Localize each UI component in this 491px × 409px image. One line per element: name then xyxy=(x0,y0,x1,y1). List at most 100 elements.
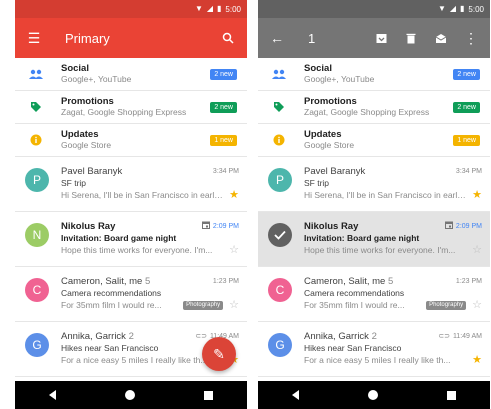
time-text: 3:34 PM xyxy=(455,167,482,175)
avatar[interactable]: P xyxy=(25,168,49,192)
email-subject: Invitation: Board game night xyxy=(304,232,420,243)
star-icon[interactable]: ☆ xyxy=(229,244,239,258)
email-header-line: Cameron, Salit, me 5 1:23 PM xyxy=(61,276,239,288)
email-sender: Annika, Garrick 2 xyxy=(61,331,134,343)
avatar[interactable]: C xyxy=(268,278,292,302)
email-snippet: Hope this time works for everyone. I'm..… xyxy=(304,245,456,256)
search-icon[interactable] xyxy=(219,29,237,47)
email-header-line: Pavel Baranyk 3:34 PM xyxy=(61,166,239,178)
email-subject: Invitation: Board game night xyxy=(61,232,177,243)
nav-recents-icon[interactable] xyxy=(203,390,213,400)
category-row-promotions[interactable]: Promotions Zagat, Google Shopping Express… xyxy=(15,91,247,124)
sender-names: Nikolus Ray xyxy=(304,221,359,232)
sender-names: Pavel Baranyk xyxy=(61,166,123,177)
star-icon[interactable]: ☆ xyxy=(229,299,239,313)
new-count-badge: 2 new xyxy=(453,68,480,80)
time-text: 1:23 PM xyxy=(455,277,482,285)
nav-back-icon[interactable] xyxy=(49,390,57,400)
email-row[interactable]: C Cameron, Salit, me 5 1:23 PM Camera recom… xyxy=(258,267,490,322)
email-body: Nikolus Ray 2:09 PM Invitation: Board game… xyxy=(304,221,482,257)
star-icon[interactable]: ☆ xyxy=(472,244,482,258)
star-icon[interactable]: ★ xyxy=(472,189,482,203)
compose-button[interactable]: ✎ xyxy=(202,337,236,371)
category-texts: Promotions Zagat, Google Shopping Express xyxy=(61,95,210,118)
category-name: Updates xyxy=(304,128,342,140)
signal-icon: ◢ xyxy=(449,4,457,13)
people-icon xyxy=(272,67,286,81)
status-bar: ▼ ◢ ▮ 5:00 xyxy=(15,0,247,18)
email-row[interactable]: N Nikolus Ray 2:09 PM Invitation: Board gam… xyxy=(15,212,247,267)
email-row[interactable]: P Pavel Baranyk 3:34 PM SF trip Hi Serena, I… xyxy=(15,157,247,212)
email-snippet: Hi Serena, I'll be in San Francisco in e… xyxy=(61,190,227,201)
category-row-updates[interactable]: Updates Google Store 1 new xyxy=(258,124,490,157)
nav-home-icon[interactable] xyxy=(367,390,378,400)
email-row[interactable]: G Annika, Garrick 2 ⊂⊃ 11:49 AM Hikes near S… xyxy=(258,322,490,377)
email-snippet-line: Hi Serena, I'll be in San Francisco in e… xyxy=(304,189,482,203)
phone-selection-mode: ▼ ◢ ▮ 5:00 ← 1 ⋮ Social Google+, YouTube 2 xyxy=(258,0,490,409)
email-header-line: Pavel Baranyk 3:34 PM xyxy=(304,166,482,178)
email-sender: Annika, Garrick 2 xyxy=(304,331,377,343)
selected-check-avatar[interactable] xyxy=(268,223,292,247)
email-time: 3:34 PM xyxy=(213,168,239,177)
email-row[interactable]: C Cameron, Salit, me 5 1:23 PM Camera recom… xyxy=(15,267,247,322)
time-text: 1:23 PM xyxy=(212,277,239,285)
new-count-badge: 2 new xyxy=(210,68,237,80)
category-name: Social xyxy=(61,62,89,74)
email-sender: Pavel Baranyk xyxy=(304,166,365,178)
nav-recents-icon[interactable] xyxy=(446,390,456,400)
email-subject: Camera recommendations xyxy=(61,287,162,298)
status-time: 5:00 xyxy=(225,4,241,14)
sender-names: Annika, Garrick xyxy=(304,331,369,342)
email-sender: Pavel Baranyk xyxy=(61,166,122,178)
avatar[interactable]: G xyxy=(25,333,49,357)
hamburger-menu-icon[interactable]: ☰ xyxy=(25,29,43,47)
email-row[interactable]: P Pavel Baranyk 3:34 PM SF trip Hi Serena, I… xyxy=(258,157,490,212)
category-name: Social xyxy=(304,62,332,74)
phone-primary-inbox: ▼ ◢ ▮ 5:00 ☰ Primary Social Google+, YouT… xyxy=(15,0,247,409)
sender-names: Pavel Baranyk xyxy=(304,166,366,177)
email-subject: SF trip xyxy=(61,177,87,188)
pencil-icon: ✎ xyxy=(213,345,225,362)
category-row-social[interactable]: Social Google+, YouTube 2 new xyxy=(258,58,490,91)
battery-icon: ▮ xyxy=(460,4,465,13)
selection-count: 1 xyxy=(308,30,316,46)
category-row-updates[interactable]: Updates Google Store 1 new xyxy=(15,124,247,157)
sender-names: Annika, Garrick xyxy=(61,331,126,342)
new-count-badge: 2 new xyxy=(210,101,237,113)
sender-names: Nikolus Ray xyxy=(61,221,116,232)
email-row[interactable]: Nikolus Ray 2:09 PM Invitation: Board game… xyxy=(258,212,490,267)
email-body: Nikolus Ray 2:09 PM Invitation: Board game… xyxy=(61,221,239,257)
more-vert-icon[interactable]: ⋮ xyxy=(462,29,480,47)
avatar[interactable]: P xyxy=(268,168,292,192)
nav-back-icon[interactable] xyxy=(292,390,300,400)
label-chip: Photography xyxy=(426,300,467,311)
email-snippet-line: Hope this time works for everyone. I'm..… xyxy=(61,244,239,258)
wifi-icon: ▼ xyxy=(194,4,203,13)
email-subject: SF trip xyxy=(304,177,330,188)
people-icon xyxy=(29,67,43,81)
archive-icon[interactable] xyxy=(372,29,390,47)
nav-home-icon[interactable] xyxy=(124,390,135,400)
category-texts: Updates Google Store xyxy=(61,129,210,151)
avatar[interactable]: C xyxy=(25,278,49,302)
category-subtitle: Google Store xyxy=(61,139,112,150)
avatar[interactable]: G xyxy=(268,333,292,357)
email-snippet: Hope this time works for everyone. I'm..… xyxy=(61,245,213,256)
category-row-promotions[interactable]: Promotions Zagat, Google Shopping Express… xyxy=(258,91,490,124)
wifi-icon: ▼ xyxy=(437,4,446,13)
category-texts: Updates Google Store xyxy=(304,128,453,151)
star-icon[interactable]: ★ xyxy=(472,354,482,368)
email-time: 1:23 PM xyxy=(456,278,482,287)
mark-unread-icon[interactable] xyxy=(432,29,450,47)
star-icon[interactable]: ★ xyxy=(229,189,239,203)
thread-count: 2 xyxy=(128,331,134,342)
arrow-back-icon[interactable]: ← xyxy=(268,29,286,47)
check-icon xyxy=(274,230,286,240)
email-sender: Nikolus Ray xyxy=(61,221,115,233)
avatar[interactable]: N xyxy=(25,223,49,247)
category-row-social[interactable]: Social Google+, YouTube 2 new xyxy=(15,58,247,91)
category-subtitle: Google Store xyxy=(304,139,355,150)
category-name: Promotions xyxy=(61,95,114,107)
star-icon[interactable]: ☆ xyxy=(472,299,482,313)
delete-icon[interactable] xyxy=(402,29,420,47)
